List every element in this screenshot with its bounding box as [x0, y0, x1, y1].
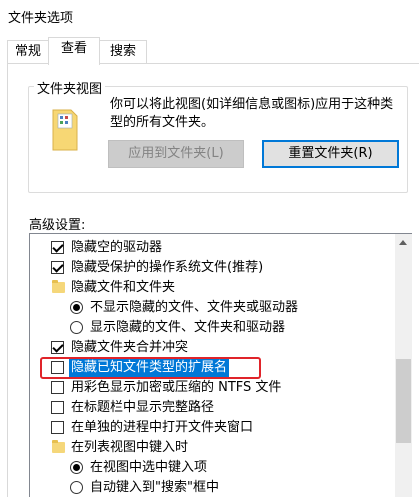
vertical-scrollbar[interactable] [395, 234, 412, 497]
window-title: 文件夹选项 [8, 11, 74, 26]
setting-label: 用彩色显示加密或压缩的 NTFS 文件 [71, 380, 282, 395]
setting-label: 隐藏空的驱动器 [71, 240, 163, 255]
radio-icon[interactable] [70, 321, 83, 334]
checkbox-icon[interactable] [51, 241, 64, 254]
setting-label: 隐藏文件夹合并冲突 [71, 340, 189, 355]
setting-label: 显示隐藏的文件、文件夹和驱动器 [90, 320, 286, 335]
radio-icon[interactable] [70, 301, 83, 314]
radio-icon[interactable] [70, 461, 83, 474]
radio-icon[interactable] [70, 481, 83, 494]
setting-color-encrypted-ntfs[interactable]: 用彩色显示加密或压缩的 NTFS 文件 [30, 378, 396, 398]
advanced-settings-label: 高级设置: [29, 218, 86, 233]
annotation-highlight-box [40, 357, 261, 379]
setting-label: 不显示隐藏的文件、文件夹或驱动器 [90, 300, 299, 315]
checkbox-icon[interactable] [51, 341, 64, 354]
scrollbar-thumb[interactable] [396, 359, 411, 443]
checkbox-icon[interactable] [51, 421, 64, 434]
setting-show-hidden[interactable]: 显示隐藏的文件、文件夹和驱动器 [30, 318, 396, 338]
setting-label: 自动键入到"搜索"框中 [90, 480, 219, 495]
setting-group-hidden-files: 隐藏文件和文件夹 [30, 278, 396, 298]
tab-search[interactable]: 搜索 [99, 40, 147, 64]
folder-icon [52, 440, 65, 453]
checkbox-icon[interactable] [51, 401, 64, 414]
setting-label: 在视图中选中键入项 [90, 460, 208, 475]
setting-dont-show-hidden[interactable]: 不显示隐藏的文件、文件夹或驱动器 [30, 298, 396, 318]
setting-hide-empty-drives[interactable]: 隐藏空的驱动器 [30, 238, 396, 258]
setting-label: 隐藏受保护的操作系统文件(推荐) [71, 260, 264, 275]
setting-group-typing-in-list: 在列表视图中键入时 [30, 438, 396, 458]
setting-label: 在单独的进程中打开文件夹窗口 [71, 420, 254, 435]
setting-select-typed-item[interactable]: 在视图中选中键入项 [30, 458, 396, 478]
checkbox-icon[interactable] [51, 381, 64, 394]
folder-views-legend: 文件夹视图 [34, 78, 106, 97]
tab-view[interactable]: 查看 [48, 37, 100, 65]
setting-label: 在列表视图中键入时 [71, 440, 189, 455]
checkbox-icon[interactable] [51, 261, 64, 274]
setting-hide-protected-os-files[interactable]: 隐藏受保护的操作系统文件(推荐) [30, 258, 396, 278]
reset-folders-button[interactable]: 重置文件夹(R) [262, 140, 399, 168]
folder-view-icon [52, 109, 78, 151]
apply-to-folders-button[interactable]: 应用到文件夹(L) [108, 140, 244, 168]
folder-views-description: 你可以将此视图(如详细信息或图标)应用于这种类型的所有文件夹。 [110, 97, 394, 130]
setting-hide-folder-merge-conflicts[interactable]: 隐藏文件夹合并冲突 [30, 338, 396, 358]
tab-general[interactable]: 常规 [7, 40, 49, 64]
setting-full-path-title-bar[interactable]: 在标题栏中显示完整路径 [30, 398, 396, 418]
setting-label: 在标题栏中显示完整路径 [71, 400, 215, 415]
setting-label: 隐藏文件和文件夹 [71, 280, 176, 295]
setting-type-into-search[interactable]: 自动键入到"搜索"框中 [30, 478, 396, 497]
folder-icon [52, 280, 65, 293]
setting-separate-process[interactable]: 在单独的进程中打开文件夹窗口 [30, 418, 396, 438]
scroll-up-arrow-icon[interactable] [399, 240, 407, 245]
